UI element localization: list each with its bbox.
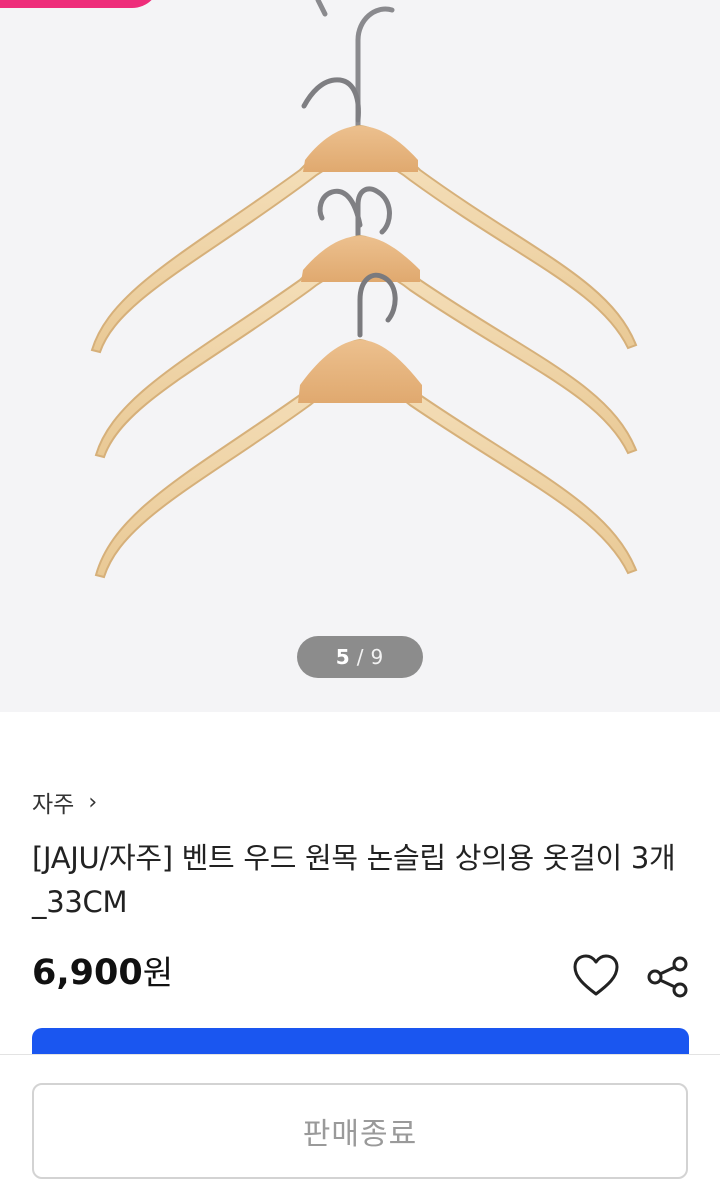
sold-out-button[interactable]: 판매종료 [32,1083,688,1179]
gallery-total-pages: 9 [370,645,385,669]
gallery-page-separator: / [356,645,365,669]
product-price: 6,900원 [32,946,173,994]
chevron-right-icon: › [88,789,98,815]
share-icon [647,956,688,998]
gallery-page-indicator: 5 / 9 [297,636,423,678]
price-value: 6,900 [32,953,143,993]
brand-name: 자주 [32,792,75,818]
wishlist-button[interactable] [570,952,622,1000]
heart-outline-icon [573,954,619,996]
price-unit: 원 [142,953,174,992]
hangers-product-image [90,0,638,579]
product-title: [JAJU/자주] 벤트 우드 원목 논슬립 상의용 옷걸이 3개_33CM [32,841,676,919]
gallery-current-page: 5 [335,645,351,669]
share-button[interactable] [646,955,690,999]
brand-link[interactable]: 자주 › [32,785,97,819]
product-image-gallery[interactable]: 5 / 9 [0,0,720,712]
